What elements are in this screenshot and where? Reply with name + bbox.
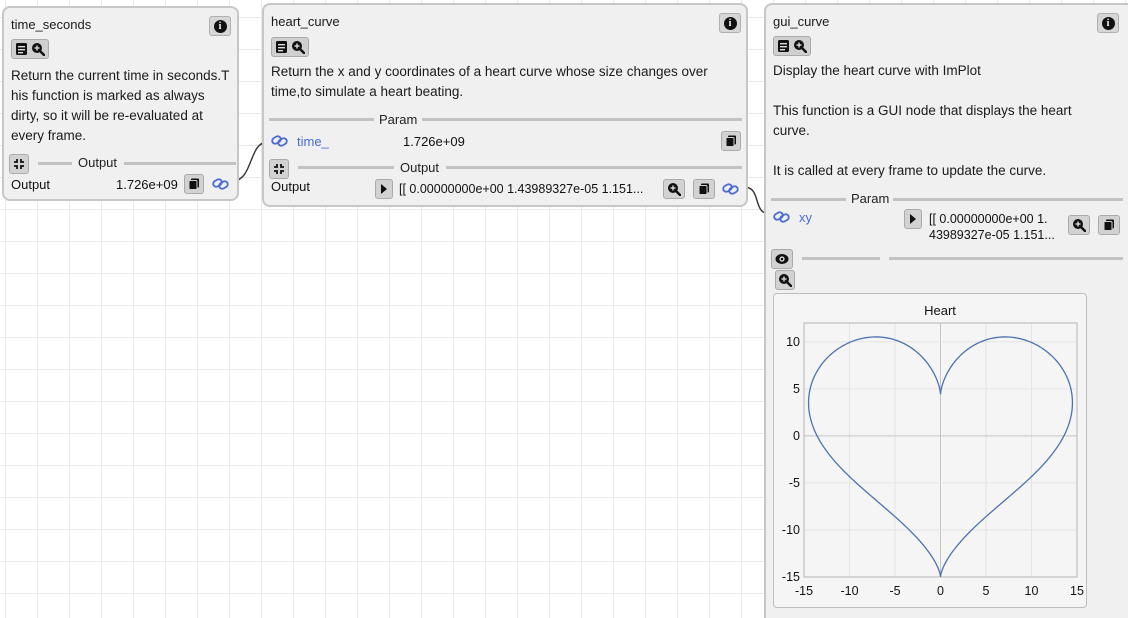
node-heart-curve[interactable]: heart_curve i Return the x and y coordin… (262, 3, 748, 207)
node-doc-line1: Display the heart curve with ImPlot (773, 63, 981, 78)
param-section-label: Param (851, 191, 890, 206)
collapse-icon (274, 164, 284, 174)
link-icon[interactable] (271, 134, 289, 148)
visibility-button[interactable] (771, 249, 793, 269)
node-doc: Return the current time in seconds.T his… (11, 68, 230, 143)
zoom-icon[interactable] (291, 40, 305, 54)
section-separator (124, 162, 236, 165)
document-icon[interactable] (777, 39, 791, 53)
link-icon[interactable] (773, 210, 791, 224)
copy-button[interactable] (721, 131, 741, 151)
param-section-label: Param (379, 112, 418, 127)
node-doc-line3: It is called at every frame to update th… (773, 163, 1047, 178)
section-separator (771, 198, 846, 201)
link-icon[interactable] (722, 182, 740, 196)
copy-button[interactable] (1098, 215, 1120, 235)
output-section-label: Output (400, 160, 440, 175)
doc-buttons[interactable] (773, 36, 811, 56)
eye-icon (775, 254, 789, 264)
copy-icon (698, 183, 709, 195)
section-separator (422, 118, 742, 121)
output-value: 1.726e+09 (116, 177, 178, 192)
zoom-button[interactable] (1068, 215, 1090, 235)
zoom-icon (668, 183, 681, 196)
section-separator (298, 166, 394, 169)
node-title: gui_curve (773, 14, 830, 29)
zoom-icon (779, 274, 792, 287)
section-separator (269, 118, 374, 121)
zoom-icon[interactable] (31, 42, 45, 56)
output-section-label: Output (78, 155, 118, 170)
zoom-icon (1073, 219, 1086, 232)
section-separator (893, 198, 1123, 201)
document-icon[interactable] (15, 42, 29, 56)
output-label: Output (271, 179, 311, 194)
info-button[interactable]: i (1097, 13, 1119, 33)
doc-buttons[interactable] (11, 39, 49, 59)
param-value-line1: [[ 0.00000000e+00 1. (929, 212, 1048, 226)
play-icon (381, 184, 387, 194)
zoom-button[interactable] (663, 179, 685, 199)
copy-button[interactable] (693, 179, 715, 199)
info-icon: i (213, 19, 227, 33)
section-separator (802, 257, 880, 260)
output-value: [[ 0.00000000e+00 1.43989327e-05 1.151..… (399, 182, 644, 196)
zoom-button[interactable] (775, 270, 795, 290)
copy-button[interactable] (184, 174, 204, 194)
zoom-icon[interactable] (793, 39, 807, 53)
output-label: Output (11, 177, 51, 192)
doc-buttons[interactable] (271, 37, 309, 57)
copy-icon (1103, 219, 1114, 231)
node-title: time_seconds (11, 17, 92, 32)
node-time-seconds[interactable]: time_seconds i Return the current time i… (2, 6, 239, 201)
collapse-button[interactable] (269, 159, 289, 179)
param-name: xy (799, 210, 812, 225)
param-value-line2: 43989327e-05 1.151... (929, 228, 1055, 242)
param-value: 1.726e+09 (403, 134, 465, 149)
expand-button[interactable] (375, 179, 393, 199)
node-title: heart_curve (271, 14, 340, 29)
document-icon[interactable] (275, 40, 289, 54)
copy-icon (725, 135, 736, 147)
section-separator (38, 162, 72, 165)
info-button[interactable]: i (209, 16, 231, 36)
play-icon (910, 214, 916, 224)
node-doc-line2: This function is a GUI node that display… (773, 103, 1072, 138)
collapse-button[interactable] (9, 154, 29, 174)
info-icon: i (723, 16, 737, 30)
collapse-icon (14, 159, 24, 169)
link-icon[interactable] (212, 177, 230, 191)
expand-button[interactable] (904, 209, 922, 229)
copy-icon (188, 178, 199, 190)
node-doc: Return the x and y coordinates of a hear… (271, 64, 708, 99)
param-name: time_ (297, 134, 329, 149)
plot-panel[interactable] (773, 293, 1087, 608)
section-separator (889, 257, 1123, 260)
info-button[interactable]: i (719, 13, 741, 33)
section-separator (446, 166, 742, 169)
info-icon: i (1101, 16, 1115, 30)
